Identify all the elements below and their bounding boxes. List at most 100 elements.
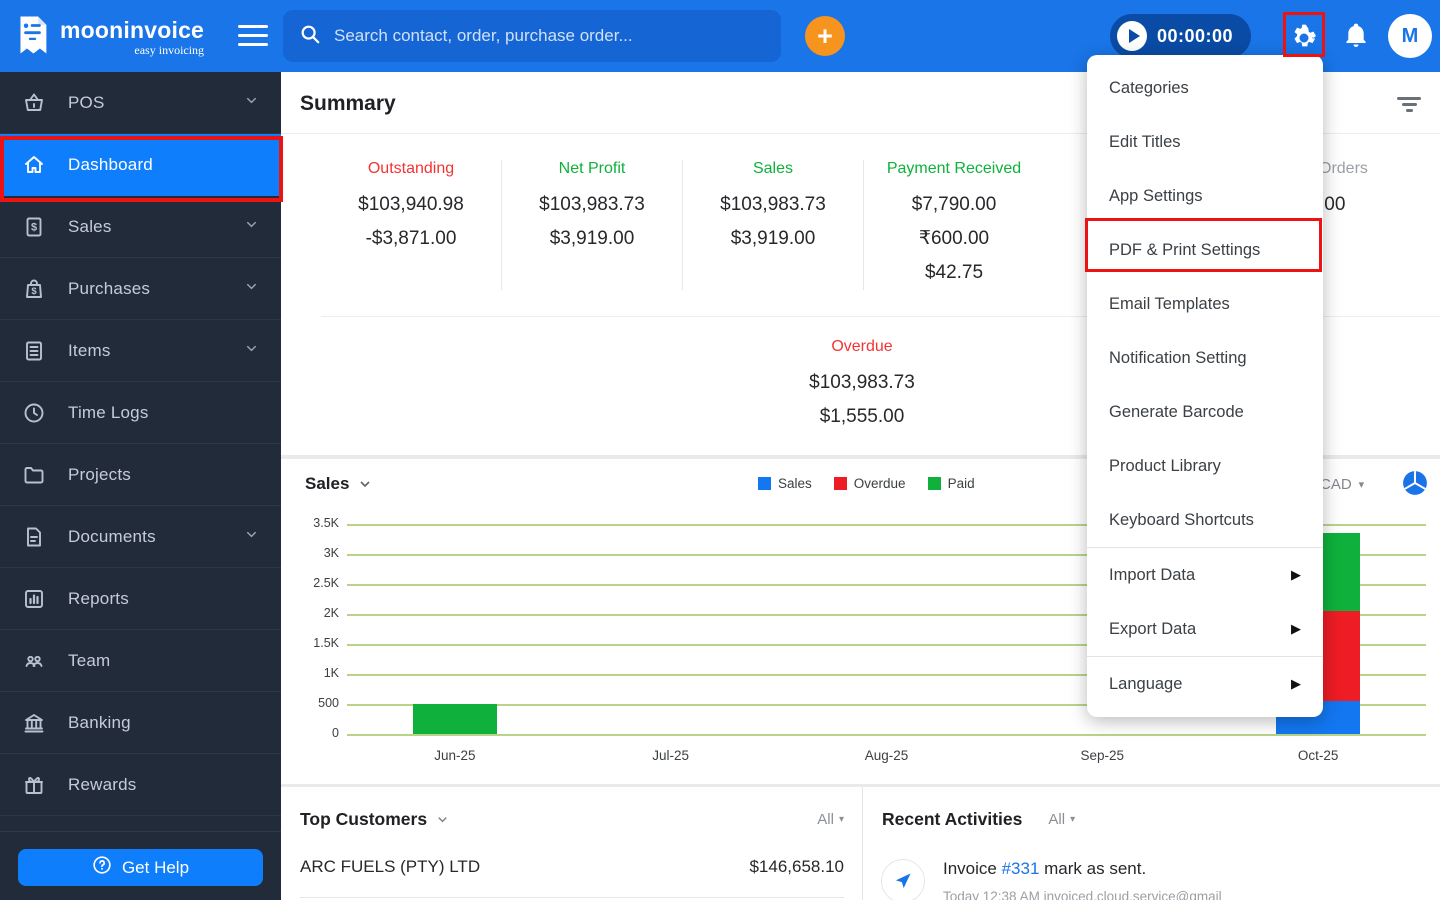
sidebar-item-label: Sales (68, 216, 112, 236)
caret-down-icon: ▾ (1070, 814, 1076, 825)
sidebar-item-time-logs[interactable]: Time Logs (0, 382, 281, 444)
help-icon (92, 855, 112, 880)
y-axis-tick: 2K (323, 606, 339, 620)
folder-icon (22, 463, 46, 487)
chevron-down-icon (244, 341, 259, 361)
gift-icon (22, 773, 46, 797)
play-icon[interactable] (1117, 21, 1147, 51)
y-axis-tick: 1.5K (313, 636, 339, 650)
sidebar-item-items[interactable]: Items (0, 320, 281, 382)
list-icon (22, 339, 46, 363)
menu-item-notification-setting[interactable]: Notification Setting (1087, 331, 1323, 385)
menu-item-app-settings[interactable]: App Settings (1087, 169, 1323, 223)
y-axis-tick: 1K (323, 666, 339, 680)
sidebar-item-reports[interactable]: Reports (0, 568, 281, 630)
menu-item-product-library[interactable]: Product Library (1087, 439, 1323, 493)
sidebar-item-projects[interactable]: Projects (0, 444, 281, 506)
svg-text:$: $ (31, 286, 37, 297)
bar-paid-Jun-25[interactable] (412, 704, 497, 734)
get-help-button[interactable]: Get Help (18, 849, 263, 886)
sidebar-item-dashboard[interactable]: Dashboard (0, 134, 281, 196)
sidebar-item-label: Dashboard (68, 154, 153, 174)
top-customers-title[interactable]: Top Customers (300, 809, 450, 830)
menu-item-email-templates[interactable]: Email Templates (1087, 277, 1323, 331)
brand-logo[interactable]: mooninvoice easy invoicing (14, 13, 204, 62)
chevron-down-icon (244, 93, 259, 113)
sidebar-item-label: Reports (68, 588, 129, 608)
bar-chart-icon (22, 587, 46, 611)
activity-meta: Today 12:38 AM invoiced.cloud.service@gm… (943, 889, 1222, 900)
brand-name: mooninvoice (60, 17, 205, 43)
sidebar-item-banking[interactable]: Banking (0, 692, 281, 754)
search-input[interactable] (334, 26, 765, 46)
sidebar-item-team[interactable]: Team (0, 630, 281, 692)
sidebar-item-label: Items (68, 340, 111, 360)
menu-item-language[interactable]: Language ▶ (1087, 657, 1323, 711)
sidebar-item-label: Rewards (68, 774, 137, 794)
brand-tagline: easy invoicing (134, 43, 205, 57)
sidebar-item-purchases[interactable]: $ Purchases (0, 258, 281, 320)
chevron-down-icon (438, 817, 447, 823)
y-axis-tick: 500 (318, 696, 339, 710)
search-icon (299, 23, 321, 50)
x-axis-label: Jul-25 (652, 748, 690, 763)
menu-item-import-data[interactable]: Import Data ▶ (1087, 548, 1323, 602)
menu-item-keyboard-shortcuts[interactable]: Keyboard Shortcuts (1087, 493, 1323, 547)
sidebar-item-label: Team (68, 650, 111, 670)
gridline (347, 734, 1426, 736)
sidebar: POS Dashboard $ Sales $ Purchases Items Tim… (0, 72, 281, 900)
bank-icon (22, 711, 46, 735)
sidebar-item-label: Time Logs (68, 402, 149, 422)
menu-item-categories[interactable]: Categories (1087, 61, 1323, 115)
clock-icon (22, 401, 46, 425)
invoice-link[interactable]: #331 (1002, 859, 1040, 878)
menu-item-export-data[interactable]: Export Data ▶ (1087, 602, 1323, 656)
bag-dollar-icon: $ (22, 277, 46, 301)
recent-activities-title: Recent Activities (882, 809, 1023, 829)
x-axis-label: Aug-25 (864, 748, 909, 763)
y-axis-tick: 2.5K (313, 576, 339, 590)
chevron-down-icon (244, 217, 259, 237)
customer-row[interactable]: ARC FUELS (PTY) LTD $146,658.10 (300, 857, 844, 877)
notifications-bell-icon[interactable] (1342, 21, 1372, 51)
hamburger-menu-icon[interactable] (238, 25, 268, 52)
submenu-arrow-icon: ▶ (1291, 621, 1301, 636)
document-icon (22, 525, 46, 549)
mooninvoice-logo-icon (14, 13, 51, 62)
menu-item-pdf-print-settings[interactable]: PDF & Print Settings (1087, 223, 1323, 277)
avatar[interactable]: M (1388, 14, 1432, 58)
sidebar-item-label: Purchases (68, 278, 151, 298)
menu-item-generate-barcode[interactable]: Generate Barcode (1087, 385, 1323, 439)
settings-gear-icon[interactable] (1289, 21, 1319, 51)
app-root: mooninvoice easy invoicing + 00:00:00 (0, 0, 1440, 900)
sidebar-item-label: Projects (68, 464, 132, 484)
activities-filter-dropdown[interactable]: All ▾ (1048, 811, 1075, 828)
menu-item-edit-titles[interactable]: Edit Titles (1087, 115, 1323, 169)
timer-value: 00:00:00 (1157, 25, 1234, 46)
send-icon (881, 859, 925, 900)
search-bar (283, 10, 781, 62)
sidebar-item-documents[interactable]: Documents (0, 506, 281, 568)
y-axis-tick: 0 (332, 726, 339, 740)
x-axis-label: Sep-25 (1080, 748, 1125, 763)
x-axis-label: Oct-25 (1297, 748, 1339, 763)
customers-filter-dropdown[interactable]: All ▾ (817, 811, 844, 828)
x-axis-label: Jun-25 (434, 748, 476, 763)
basket-icon (22, 91, 46, 115)
sidebar-item-label: POS (68, 92, 105, 112)
chevron-down-icon (244, 279, 259, 299)
timer-widget[interactable]: 00:00:00 (1110, 14, 1252, 58)
sidebar-item-rewards[interactable]: Rewards (0, 754, 281, 816)
customer-name: ARC FUELS (PTY) LTD (300, 857, 481, 876)
chevron-down-icon (244, 527, 259, 547)
svg-text:$: $ (31, 221, 37, 233)
sidebar-item-pos[interactable]: POS (0, 72, 281, 134)
top-customers-panel: Top Customers All ▾ ARC FUELS (PTY) LTD … (281, 787, 862, 900)
submenu-arrow-icon: ▶ (1291, 567, 1301, 582)
caret-down-icon: ▾ (838, 814, 844, 825)
add-button[interactable]: + (805, 16, 845, 56)
home-icon (22, 153, 46, 177)
get-help-label: Get Help (121, 857, 190, 877)
sidebar-item-sales[interactable]: $ Sales (0, 196, 281, 258)
sidebar-item-label: Banking (68, 712, 131, 732)
